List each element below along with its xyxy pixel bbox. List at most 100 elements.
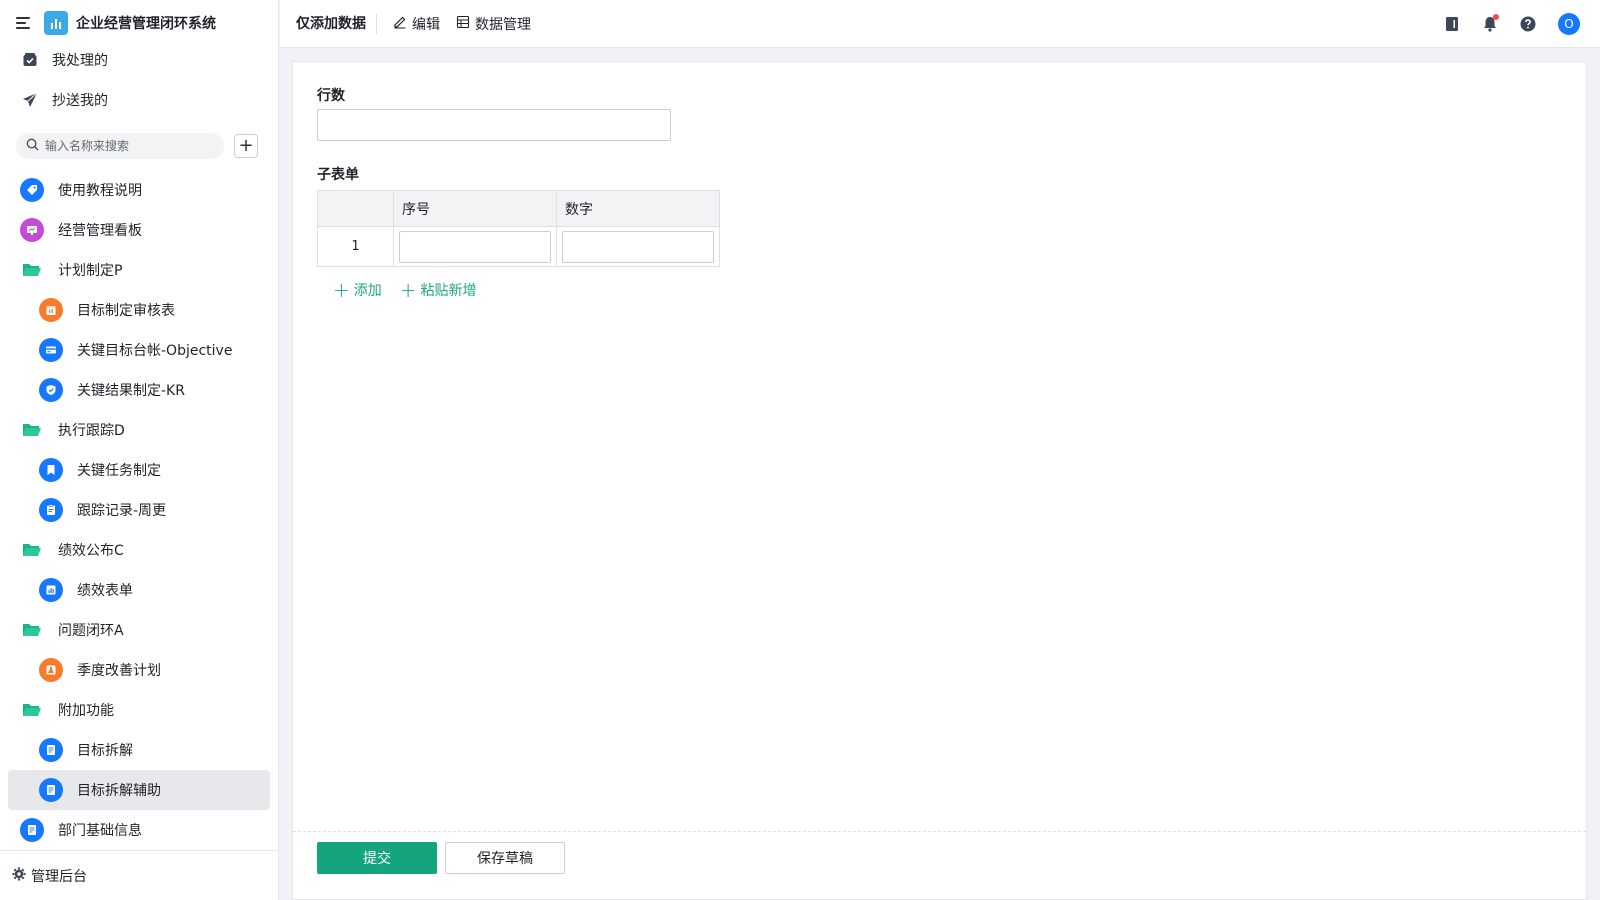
card-icon (39, 338, 63, 362)
top-bar: 仅添加数据 编辑 数据管理 O (280, 0, 1600, 48)
sidebar-item-label: 问题闭环A (58, 623, 124, 639)
sidebar-item-label: 目标制定审核表 (77, 303, 175, 319)
table-cell (393, 226, 557, 267)
sidebar-item-key-results[interactable]: 关键结果制定-KR (8, 370, 270, 410)
page-title: 仅添加数据 (296, 13, 377, 34)
column-header: 序号 (393, 190, 557, 227)
sidebar-folder-issue-loop[interactable]: 问题闭环A (8, 610, 270, 650)
sidebar-search-row: + (0, 126, 278, 166)
sidebar-item-objective-ledger[interactable]: 关键目标台帐-Objective (8, 330, 270, 370)
app-title: 企业经营管理闭环系统 (76, 16, 216, 32)
bell-icon[interactable] (1480, 14, 1500, 34)
shield-check-icon (39, 378, 63, 402)
folder-icon (20, 258, 44, 282)
sidebar-item-department-info[interactable]: 部门基础信息 (8, 810, 270, 850)
folder-icon (20, 698, 44, 722)
subform-label: 子表单 (317, 167, 359, 183)
number-input[interactable] (562, 230, 714, 263)
document-icon (39, 778, 63, 802)
sidebar-item-performance-form[interactable]: 绩效表单 (8, 570, 270, 610)
add-row-label: 添加 (353, 283, 382, 299)
sidebar-item-label: 我处理的 (52, 53, 108, 69)
folder-icon (20, 418, 44, 442)
sidebar-item-tracking-weekly[interactable]: 跟踪记录-周更 (8, 490, 270, 530)
index-column-header (317, 190, 394, 227)
tag-icon (20, 178, 44, 202)
save-draft-button[interactable]: 保存草稿 (445, 842, 565, 874)
add-row-button[interactable]: + 添加 (333, 280, 382, 300)
help-icon[interactable] (1518, 14, 1538, 34)
notebook-icon[interactable] (1442, 14, 1462, 34)
row-count-label: 行数 (317, 88, 345, 104)
sidebar-folder-extras[interactable]: 附加功能 (8, 690, 270, 730)
sidebar-item-key-tasks[interactable]: 关键任务制定 (8, 450, 270, 490)
sidebar-item-quarterly-improvement[interactable]: 季度改善计划 (8, 650, 270, 690)
bookmark-icon (39, 458, 63, 482)
sidebar-item-label: 使用教程说明 (58, 183, 142, 199)
document-icon (20, 818, 44, 842)
sidebar-item-tutorial[interactable]: 使用教程说明 (8, 170, 270, 210)
plus-icon: + (333, 278, 350, 302)
table-icon (456, 15, 475, 33)
sidebar-folder-performance[interactable]: 绩效公布C (8, 530, 270, 570)
sidebar-item-my-processed[interactable]: 我处理的 (0, 40, 278, 80)
folder-icon (20, 618, 44, 642)
sidebar-item-label: 跟踪记录-周更 (77, 503, 167, 519)
folder-icon (20, 538, 44, 562)
add-item-button[interactable]: + (234, 134, 258, 158)
row-count-input[interactable] (317, 109, 671, 141)
inbox-check-icon (22, 52, 38, 68)
chart-icon (39, 578, 63, 602)
flask-icon (39, 658, 63, 682)
sidebar-item-label: 关键任务制定 (77, 463, 161, 479)
document-icon (39, 738, 63, 762)
submit-button[interactable]: 提交 (317, 842, 437, 874)
clipboard-icon (39, 498, 63, 522)
search-box (16, 133, 224, 159)
sidebar-item-label: 执行跟踪D (58, 423, 125, 439)
sidebar-item-label: 抄送我的 (52, 93, 108, 109)
paste-add-button[interactable]: + 粘贴新增 (400, 280, 477, 300)
admin-console-link[interactable]: 管理后台 (0, 850, 278, 900)
paste-add-label: 粘贴新增 (420, 283, 477, 299)
app-logo-icon (44, 11, 68, 35)
subform-table: 序号 数字 1 (317, 190, 720, 267)
send-icon (22, 92, 38, 108)
edit-label: 编辑 (412, 16, 440, 33)
calendar-icon (39, 298, 63, 322)
table-row: 1 (317, 226, 720, 267)
sidebar-item-label: 附加功能 (58, 703, 114, 719)
sidebar-item-label: 关键结果制定-KR (77, 383, 185, 399)
sidebar-item-cc-me[interactable]: 抄送我的 (0, 80, 278, 120)
sidebar-item-label: 关键目标台帐-Objective (77, 343, 233, 359)
sidebar-item-goal-review[interactable]: 目标制定审核表 (8, 290, 270, 330)
edit-button[interactable]: 编辑 (393, 14, 440, 34)
sidebar-item-label: 部门基础信息 (58, 823, 142, 839)
sidebar-item-goal-breakdown[interactable]: 目标拆解 (8, 730, 270, 770)
subform-header-row: 序号 数字 (317, 190, 720, 227)
pencil-icon (393, 15, 412, 33)
data-manage-button[interactable]: 数据管理 (456, 14, 531, 34)
sidebar-item-goal-breakdown-helper[interactable]: 目标拆解辅助 (8, 770, 270, 810)
nav-list: 使用教程说明 经营管理看板 计划制定P 目标制定审核表 关键目标台帐-Objec… (0, 170, 278, 850)
sidebar-item-label: 经营管理看板 (58, 223, 142, 239)
search-input[interactable] (45, 139, 205, 153)
sidebar-item-label: 绩效公布C (58, 543, 124, 559)
sidebar-folder-plan[interactable]: 计划制定P (8, 250, 270, 290)
sidebar: 企业经营管理闭环系统 我处理的 抄送我的 + 使用教程说明 (0, 0, 279, 900)
gear-icon (12, 867, 26, 885)
menu-collapse-icon[interactable] (16, 16, 34, 30)
row-index: 1 (317, 226, 394, 267)
form-panel: 行数 子表单 序号 数字 1 + 添加 + 粘贴新增 提交 保存草稿 (292, 61, 1587, 900)
avatar[interactable]: O (1558, 13, 1580, 35)
sidebar-item-label: 目标拆解辅助 (77, 783, 161, 799)
data-manage-label: 数据管理 (475, 16, 531, 33)
form-footer: 提交 保存草稿 (293, 831, 1586, 899)
sidebar-item-label: 目标拆解 (77, 743, 133, 759)
subform-actions: + 添加 + 粘贴新增 (333, 280, 495, 300)
sidebar-item-label: 季度改善计划 (77, 663, 161, 679)
sidebar-folder-execution[interactable]: 执行跟踪D (8, 410, 270, 450)
column-header: 数字 (556, 190, 720, 227)
sidebar-item-dashboard[interactable]: 经营管理看板 (8, 210, 270, 250)
seq-input[interactable] (399, 230, 551, 263)
